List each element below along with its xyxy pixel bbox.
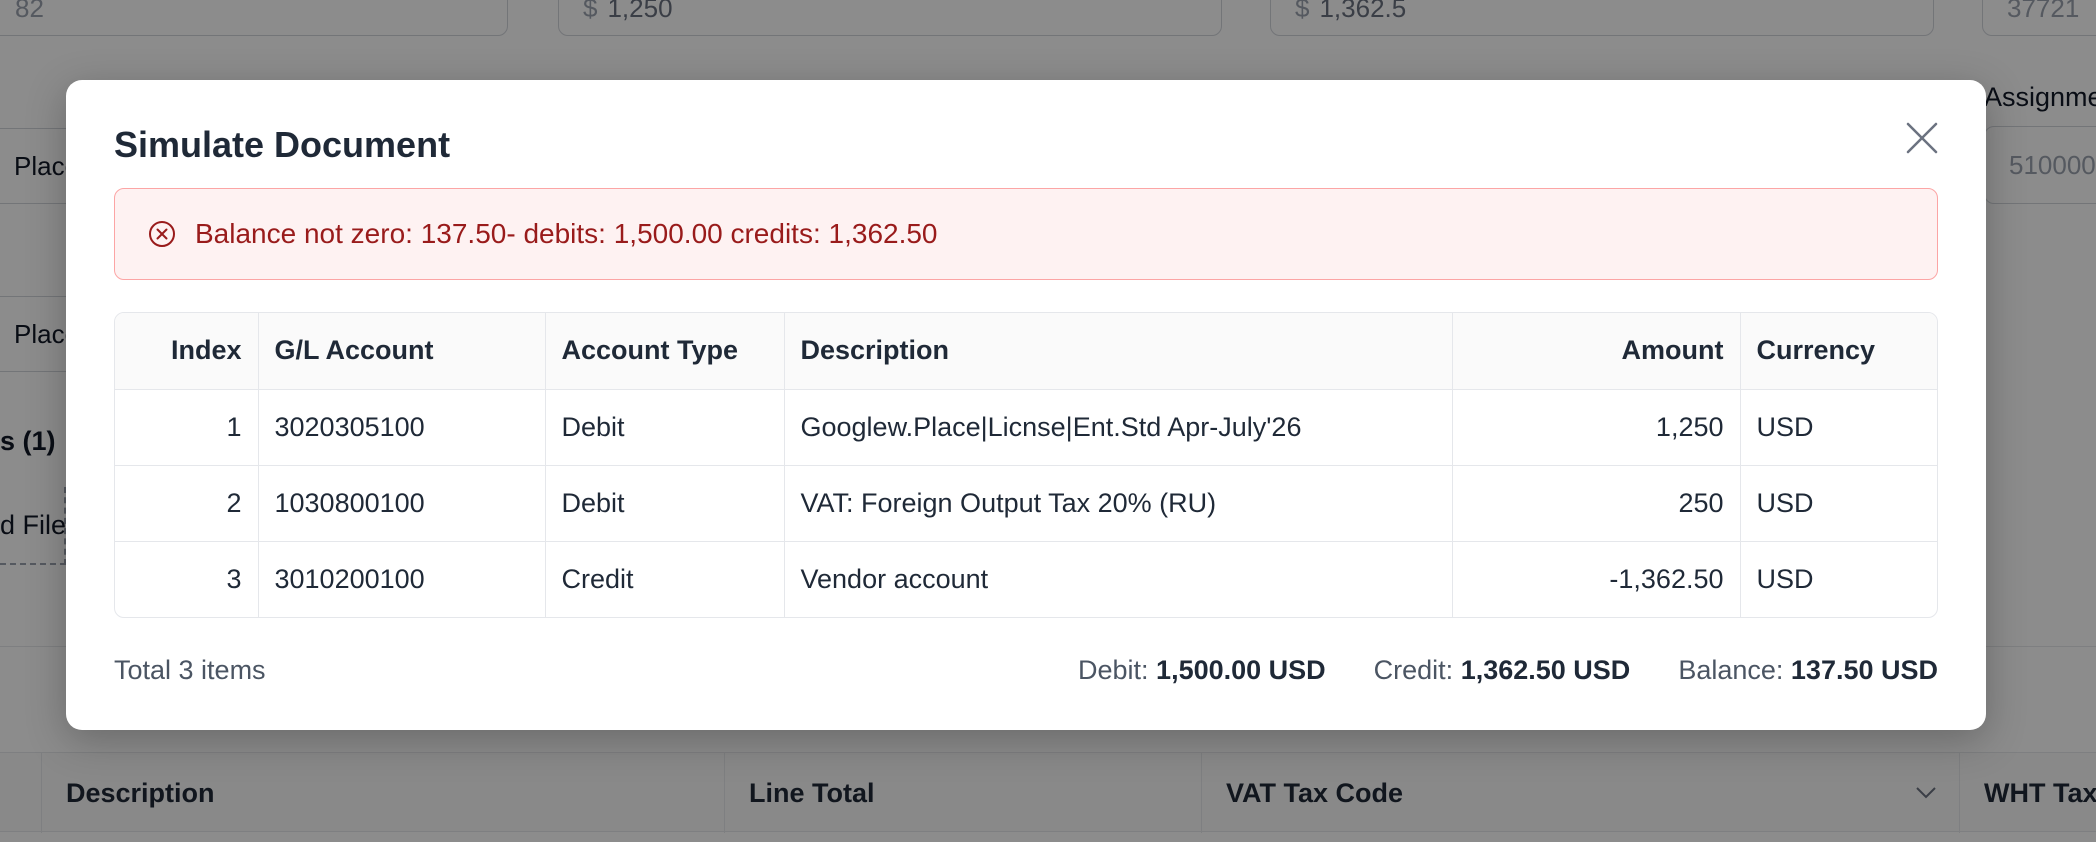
debit-summary: Debit: 1,500.00 USD [1078, 655, 1326, 686]
cell-currency: USD [1756, 563, 1814, 594]
simulation-table: Index G/L Account Account Type Descripti… [114, 312, 1938, 618]
table-row[interactable]: 3 3010200100 Credit Vendor account -1,36… [115, 541, 1937, 617]
error-circle-icon [147, 219, 177, 249]
cell-currency: USD [1740, 389, 1937, 466]
balance-summary: Balance: 137.50 USD [1678, 655, 1938, 686]
cell-index: 2 [115, 465, 259, 542]
total-items: Total 3 items [114, 654, 266, 685]
simulate-document-modal: Simulate Document Balance not zero: 137.… [66, 80, 1986, 730]
cell-amount: 250 [1452, 465, 1741, 542]
cell-amount: 1,250 [1452, 389, 1741, 466]
cell-gl-account: 3020305100 [258, 389, 546, 466]
th-currency[interactable]: Currency [1740, 313, 1937, 390]
close-button[interactable] [1898, 114, 1946, 162]
cell-account-type: Debit [545, 389, 785, 466]
table-row[interactable]: 1 3020305100 Debit Googlew.Place|Licnse|… [115, 389, 1937, 466]
credit-summary: Credit: 1,362.50 USD [1374, 655, 1631, 686]
modal-title: Simulate Document [114, 124, 451, 165]
credit-value: 1,362.50 USD [1460, 654, 1631, 685]
error-alert: Balance not zero: 137.50- debits: 1,500.… [114, 188, 1938, 280]
th-index[interactable]: Index [115, 313, 259, 390]
cell-gl-account: 3010200100 [258, 541, 546, 617]
cell-currency: USD [1740, 465, 1937, 542]
cell-description: Googlew.Place|Licnse|Ent.Std Apr-July'26 [784, 389, 1453, 466]
balance-label: Balance: [1678, 654, 1784, 685]
credit-label: Credit: [1373, 654, 1454, 685]
th-amount[interactable]: Amount [1452, 313, 1741, 390]
balance-value: 137.50 USD [1790, 654, 1938, 685]
cell-amount: -1,362.50 [1452, 541, 1741, 617]
cell-description: Vendor account [784, 541, 1453, 617]
debit-label: Debit: [1077, 654, 1149, 685]
table-header-row: Index G/L Account Account Type Descripti… [115, 313, 1937, 390]
th-gl-account[interactable]: G/L Account [258, 313, 546, 390]
close-icon [1906, 122, 1938, 154]
cell-account-type: Credit [545, 541, 785, 617]
modal-footer: Total 3 items Debit: 1,500.00 USD Credit… [114, 650, 1938, 690]
th-account-type[interactable]: Account Type [545, 313, 785, 390]
th-description[interactable]: Description [784, 313, 1453, 390]
table-row[interactable]: 2 1030800100 Debit VAT: Foreign Output T… [115, 465, 1937, 542]
cell-index: 3 [115, 541, 259, 617]
cell-description: VAT: Foreign Output Tax 20% (RU) [784, 465, 1453, 542]
alert-message: Balance not zero: 137.50- debits: 1,500.… [195, 218, 938, 249]
cell-gl-account: 1030800100 [258, 465, 546, 542]
cell-index: 1 [115, 389, 259, 466]
cell-account-type: Debit [545, 465, 785, 542]
debit-value: 1,500.00 USD [1156, 654, 1326, 685]
